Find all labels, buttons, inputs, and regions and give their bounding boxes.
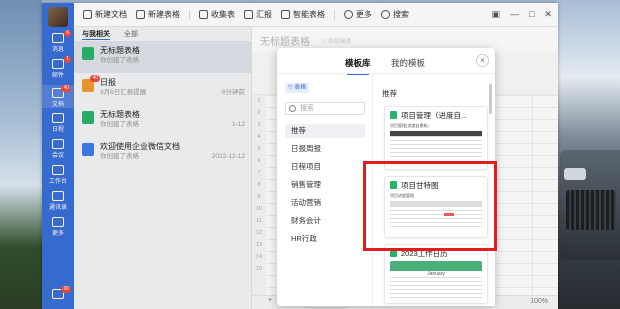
tab-my-templates[interactable]: 我的模板 (391, 57, 425, 69)
category-daily-weekly[interactable]: 日报周报 (285, 142, 365, 156)
category-hr[interactable]: HR行政 (285, 232, 365, 246)
preview-rows (390, 136, 482, 158)
dialog-header: 模板库 我的模板 × (277, 48, 495, 75)
wallpaper-car (560, 150, 620, 260)
search-placeholder: 搜索 (300, 105, 314, 112)
preview-rows (390, 277, 482, 299)
category-panel: ▽ 表格 搜索 推荐 日报周报 日程项目 销售管理 活动营销 财务会计 HR行政 (277, 74, 373, 306)
card-preview: 项目管理(进度自更新) (390, 123, 482, 161)
preview-title: 项目管理(进度自更新) (390, 123, 429, 128)
category-schedule-project[interactable]: 日程项目 (285, 160, 365, 174)
sheet-icon (390, 111, 397, 119)
category-sales[interactable]: 销售管理 (285, 178, 365, 192)
close-icon[interactable]: × (476, 54, 489, 67)
card-preview: January (390, 261, 482, 299)
search-icon (289, 105, 296, 112)
template-card-calendar[interactable]: 2023工作日历 January (384, 244, 488, 304)
car-grill (566, 190, 616, 230)
wallpaper-right-strip (558, 0, 620, 309)
car-headlight (564, 168, 586, 180)
category-marketing[interactable]: 活动营销 (285, 196, 365, 210)
highlight-annotation (363, 161, 497, 251)
search-input[interactable]: 搜索 (285, 102, 365, 115)
filter-tag[interactable]: ▽ 表格 (285, 83, 310, 93)
wallpaper-left-strip (0, 0, 42, 309)
preview-calendar-header (390, 261, 482, 271)
tab-template-library[interactable]: 模板库 (345, 57, 371, 75)
category-finance[interactable]: 财务会计 (285, 214, 365, 228)
scrollbar[interactable] (489, 84, 492, 114)
card-header: 项目管理（进度自... (385, 107, 487, 123)
category-recommended[interactable]: 推荐 (285, 124, 365, 138)
section-title: 推荐 (382, 89, 397, 98)
